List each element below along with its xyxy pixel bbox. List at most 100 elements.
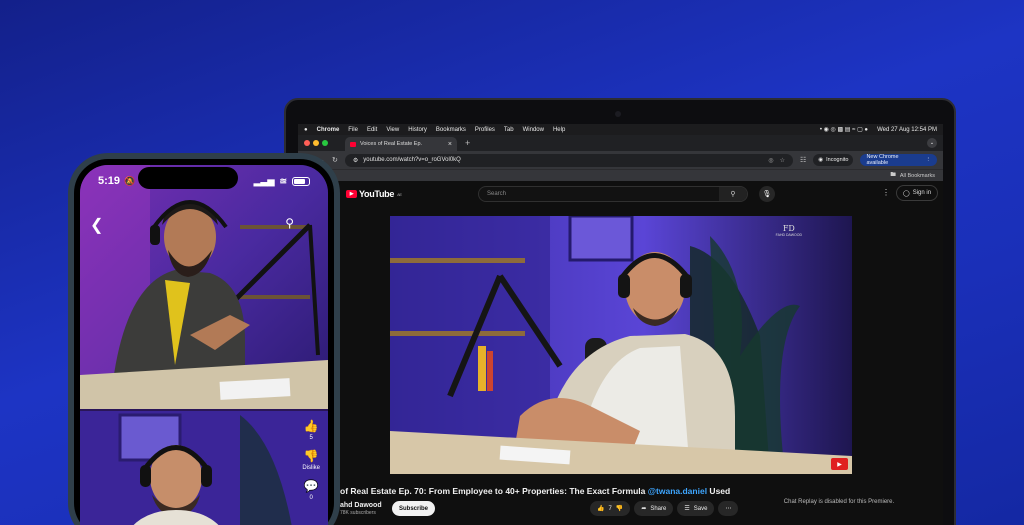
thumbs-down-icon: 👎 xyxy=(303,449,319,463)
video-title-text: of Real Estate Ep. 70: From Employee to … xyxy=(340,486,648,496)
phone-comments-button[interactable]: 💬 0 xyxy=(304,479,319,501)
address-bar-url: youtube.com/watch?v=o_roGVol0kQ xyxy=(363,157,461,163)
bookmark-star-icon[interactable]: ☆ xyxy=(780,157,785,164)
close-tab-icon[interactable]: × xyxy=(448,141,452,148)
site-info-icon[interactable]: ⚙ xyxy=(353,157,358,164)
sign-in-label: Sign in xyxy=(912,190,932,196)
new-tab-button[interactable]: + xyxy=(465,138,470,148)
youtube-badge-icon[interactable]: ▶ xyxy=(831,458,848,470)
wifi-icon: ≊ xyxy=(279,175,287,186)
save-button[interactable]: ☰ Save xyxy=(677,501,715,516)
laptop-frame: ● Chrome File Edit View History Bookmark… xyxy=(284,98,956,525)
phone-frame: 5:19 🔕 ▂▃▅ ≊ ❮ ⚲ 👍 5 👎 Dislike 💬 0 xyxy=(68,153,340,525)
reload-icon[interactable]: ↻ xyxy=(332,156,338,164)
battery-icon xyxy=(292,176,310,186)
youtube-logo-text: YouTube xyxy=(359,189,395,199)
browser-tab[interactable]: Voices of Real Estate Ep. × xyxy=(345,137,457,151)
phone-dislike-label: Dislike xyxy=(302,465,320,471)
back-chevron-icon[interactable]: ❮ xyxy=(90,215,103,235)
youtube-region-code: AE xyxy=(397,191,402,197)
subscribe-button[interactable]: Subscribe xyxy=(392,501,436,516)
new-chrome-label: New Chrome available xyxy=(866,154,899,166)
more-icon: ⋯ xyxy=(725,506,732,512)
close-window-icon[interactable] xyxy=(304,140,310,146)
thumbs-up-icon: 👍 xyxy=(303,419,319,433)
cellular-signal-icon: ▂▃▅ xyxy=(253,175,275,186)
laptop-screen: ● Chrome File Edit View History Bookmark… xyxy=(298,124,943,525)
chat-replay-message: Chat Replay is disabled for this Premier… xyxy=(783,499,895,505)
channel-info[interactable]: ahd Dawood 78K subscribers xyxy=(340,502,382,516)
video-title-suffix: Used xyxy=(707,486,731,496)
eye-off-icon[interactable]: ◎ xyxy=(768,157,773,164)
phone-like-button[interactable]: 👍 5 xyxy=(304,419,319,441)
chrome-toolbar: ← → ↻ ⚙ youtube.com/watch?v=o_roGVol0kQ … xyxy=(298,151,943,169)
menubar-datetime[interactable]: Wed 27 Aug 12:54 PM xyxy=(877,127,937,133)
menu-bookmarks[interactable]: Bookmarks xyxy=(436,127,466,133)
watermark-subtext: FAHD DAWOOD xyxy=(775,233,802,237)
video-player[interactable]: FD FAHD DAWOOD ▶ xyxy=(390,216,852,474)
kebab-menu-icon: ⋮ xyxy=(925,157,932,163)
phone-like-count: 5 xyxy=(309,435,313,441)
apple-icon[interactable]: ● xyxy=(304,127,308,133)
folder-icon: 🖿 xyxy=(890,172,896,178)
phone-search-icon[interactable]: ⚲ xyxy=(285,216,294,230)
phone-dislike-button[interactable]: 👎 Dislike xyxy=(302,449,320,471)
minimize-window-icon[interactable] xyxy=(313,140,319,146)
incognito-icon: ◉ xyxy=(818,157,824,163)
video-title: of Real Estate Ep. 70: From Employee to … xyxy=(340,486,730,496)
share-icon: ➦ xyxy=(641,506,647,512)
youtube-logo[interactable]: ▶ YouTube AE xyxy=(346,189,402,199)
menu-file[interactable]: File xyxy=(348,127,358,133)
youtube-favicon-icon xyxy=(350,141,356,147)
laptop-camera xyxy=(615,111,621,117)
more-actions-button[interactable]: ⋯ xyxy=(718,501,739,516)
browser-tab-title: Voices of Real Estate Ep. xyxy=(360,141,423,147)
video-actions: 👍 7 👎 ➦ Share ☰ Save ⋯ xyxy=(590,501,739,516)
share-button[interactable]: ➦ Share xyxy=(634,501,674,516)
menubar-app-name[interactable]: Chrome xyxy=(317,127,340,133)
new-chrome-available-button[interactable]: New Chrome available ⋮ xyxy=(860,154,937,166)
save-playlist-icon: ☰ xyxy=(684,506,690,512)
search-placeholder: Search xyxy=(487,191,507,197)
phone-comment-count: 0 xyxy=(309,495,313,501)
tab-search-icon[interactable]: ⌄ xyxy=(927,138,937,148)
phone-screen: 5:19 🔕 ▂▃▅ ≊ ❮ ⚲ 👍 5 👎 Dislike 💬 0 xyxy=(80,165,328,525)
channel-watermark: FD FAHD DAWOOD xyxy=(776,224,802,237)
incognito-badge[interactable]: ◉ Incognito xyxy=(813,154,854,166)
youtube-header: ▶ YouTube AE Search ⚲ 🎙 ⋮ ◯ Sign in xyxy=(298,181,943,207)
menu-window[interactable]: Window xyxy=(523,127,544,133)
sign-in-button[interactable]: ◯ Sign in xyxy=(896,185,939,201)
phone-status-bar: 5:19 🔕 ▂▃▅ ≊ xyxy=(98,175,310,187)
channel-name[interactable]: ahd Dawood xyxy=(340,502,382,509)
menu-view[interactable]: View xyxy=(386,127,399,133)
address-bar[interactable]: ⚙ youtube.com/watch?v=o_roGVol0kQ ◎ ☆ xyxy=(344,153,794,167)
save-label: Save xyxy=(693,505,708,512)
search-icon[interactable]: ⚲ xyxy=(719,187,747,201)
thumbs-up-icon[interactable]: 👍 xyxy=(597,505,604,512)
youtube-search-box[interactable]: Search ⚲ xyxy=(478,186,748,202)
thumbs-down-icon[interactable]: 👎 xyxy=(616,505,623,512)
incognito-label: Incognito xyxy=(826,157,849,163)
youtube-play-icon: ▶ xyxy=(346,190,357,198)
all-bookmarks-link[interactable]: All Bookmarks xyxy=(900,173,935,179)
subscriber-count: 78K subscribers xyxy=(340,510,376,516)
phone-time: 5:19 xyxy=(98,175,121,187)
user-circle-icon: ◯ xyxy=(903,190,910,197)
video-frame-podcast-guest xyxy=(390,216,852,474)
microphone-icon[interactable]: 🎙 xyxy=(759,186,775,202)
share-label: Share xyxy=(650,505,667,512)
like-dislike-button[interactable]: 👍 7 👎 xyxy=(590,501,631,516)
chat-replay-panel: Chat Replay is disabled for this Premier… xyxy=(745,479,933,525)
menu-tab[interactable]: Tab xyxy=(504,127,514,133)
macos-menubar: ● Chrome File Edit View History Bookmark… xyxy=(298,124,943,135)
mention-link[interactable]: @twana.daniel xyxy=(648,486,707,496)
menu-help[interactable]: Help xyxy=(553,127,565,133)
menu-history[interactable]: History xyxy=(408,127,427,133)
menu-profiles[interactable]: Profiles xyxy=(475,127,495,133)
settings-kebab-icon[interactable]: ⋮ xyxy=(882,188,890,197)
maximize-window-icon[interactable] xyxy=(322,140,328,146)
extensions-icon[interactable]: ☷ xyxy=(800,156,806,164)
status-icons[interactable]: • ◉ ◎ ▩ ▤ ≈ ▢ ● xyxy=(820,126,868,133)
menu-edit[interactable]: Edit xyxy=(367,127,377,133)
bookmarks-bar: 🖿 All Bookmarks xyxy=(298,169,943,181)
